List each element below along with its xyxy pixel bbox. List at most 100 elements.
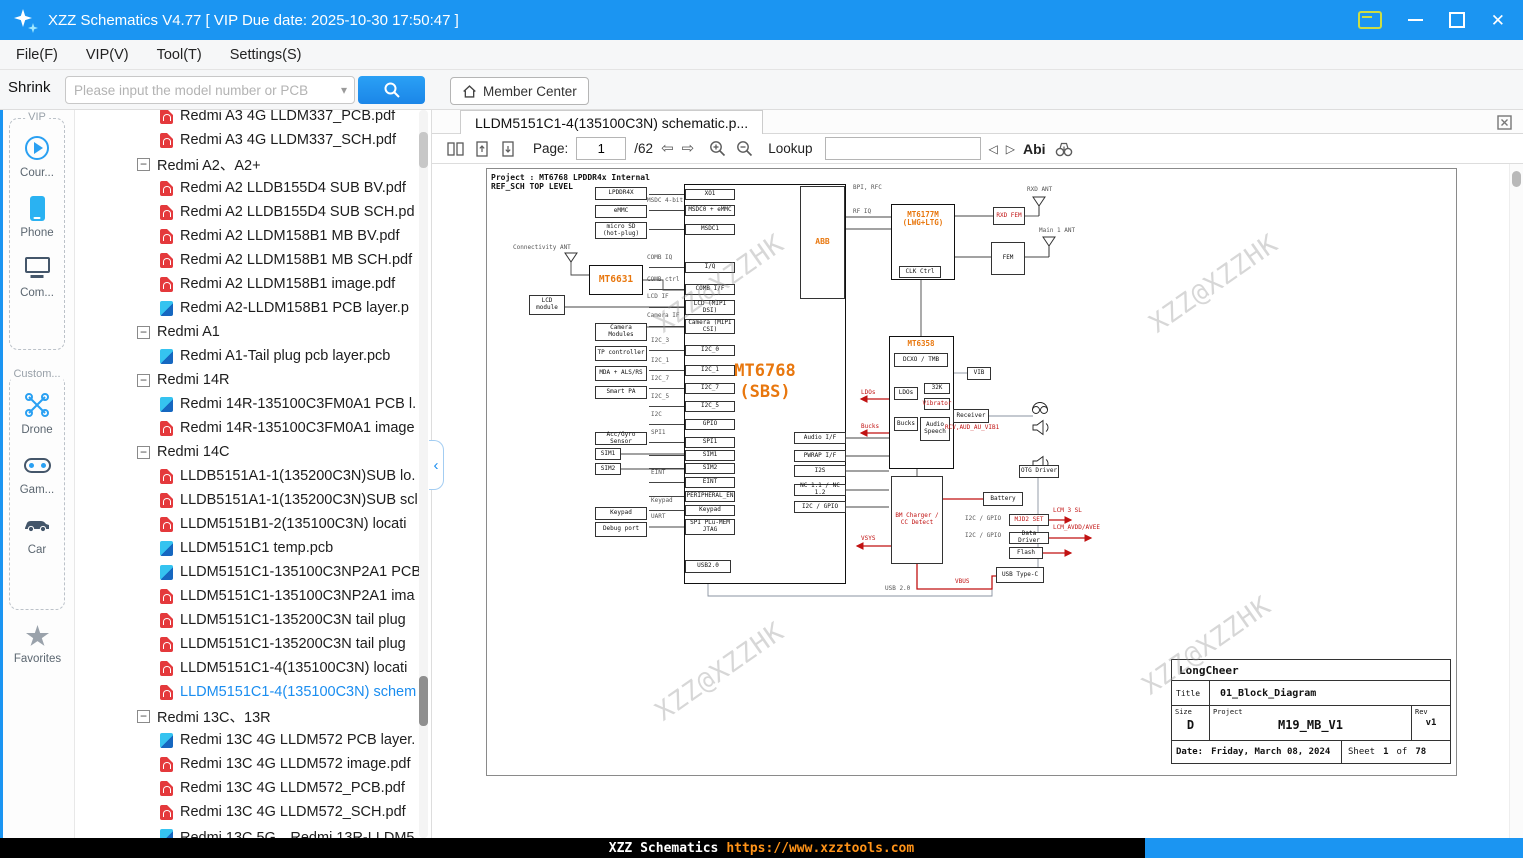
tree-file-row[interactable]: Redmi A2-LLDM158B1 PCB layer.p [75, 296, 431, 320]
sidebar-item-favorites[interactable]: Favorites [0, 625, 75, 665]
find-next-icon[interactable]: ▷ [1006, 142, 1015, 156]
model-search-combobox[interactable]: ▾ [65, 76, 355, 104]
chevron-down-icon[interactable]: ▾ [341, 83, 347, 97]
tree-file-row[interactable]: Redmi 13C 4G LLDM572 PCB layer. [75, 728, 431, 752]
quickbar: Shrink ▾ Member Center [0, 70, 1523, 110]
tree-file-row[interactable]: Redmi 14R-135100C3FM0A1 PCB l. [75, 392, 431, 416]
tree-group-row[interactable]: −Redmi 14C [75, 440, 431, 464]
tree-file-row[interactable]: LLDM5151C1-4(135100C3N) schem [75, 680, 431, 704]
tree-scrollbar[interactable] [419, 110, 428, 838]
close-document-icon[interactable] [1496, 114, 1513, 131]
pdf-file-icon [160, 685, 173, 700]
tree-file-row[interactable]: Redmi A2 LLDB155D4 SUB BV.pdf [75, 176, 431, 200]
tree-file-row[interactable]: Redmi 13C 4G LLDM572_SCH.pdf [75, 800, 431, 824]
schematic-block: Acc/Gyro Sensor [595, 432, 647, 445]
tree-file-row[interactable]: LLDM5151C1-4(135100C3N) locati [75, 656, 431, 680]
menu-tool[interactable]: Tool(T) [157, 47, 202, 63]
page-back-icon[interactable]: ⇦ [661, 141, 674, 156]
maximize-button[interactable] [1449, 12, 1465, 28]
collapse-minus-icon[interactable]: − [137, 158, 150, 171]
schematic-block: DCXO / TMB [894, 353, 948, 367]
tree-file-row[interactable]: Redmi A2 LLDB155D4 SUB SCH.pd [75, 200, 431, 224]
page-number-input[interactable] [576, 137, 626, 160]
collapse-minus-icon[interactable]: − [137, 446, 150, 459]
course-play-icon [23, 134, 51, 162]
viewer-scrollbar-thumb[interactable] [1512, 171, 1521, 187]
tree-scrollbar-thumb[interactable] [419, 676, 428, 726]
close-button[interactable]: ✕ [1491, 12, 1505, 29]
menu-settings[interactable]: Settings(S) [230, 47, 302, 63]
tree-file-row[interactable]: Redmi 13C 5G、Redmi 13R-LLDM5 [75, 824, 431, 838]
sidebar-item-computer[interactable]: Com... [10, 254, 64, 299]
zoom-out-icon[interactable] [735, 139, 754, 158]
tree-file-row[interactable]: Redmi A3 4G LLDM337_SCH.pdf [75, 128, 431, 152]
sidebar-item-car[interactable]: Car [10, 511, 64, 556]
pcb-file-icon [160, 301, 173, 316]
model-search-input[interactable] [66, 83, 341, 98]
collapse-minus-icon[interactable]: − [137, 326, 150, 339]
sidebar-item-drone[interactable]: Drone [10, 391, 64, 436]
schematic-block: Connectivity ANT [513, 245, 575, 252]
sidebar-item-label: Car [28, 544, 47, 556]
vip-card-icon[interactable] [1358, 11, 1382, 29]
viewer-scrollbar[interactable] [1509, 164, 1523, 838]
schematic-block: PERIPHERAL_EN [685, 491, 735, 502]
tree-file-row[interactable]: LLDM5151C1-135100C3NP2A1 ima [75, 584, 431, 608]
tree-file-row[interactable]: Redmi A3 4G LLDM337_PCB.pdf [75, 110, 431, 128]
pdf-file-icon [160, 781, 173, 796]
search-button[interactable] [358, 76, 425, 104]
tree-file-row[interactable]: Redmi A1-Tail plug pcb layer.pcb [75, 344, 431, 368]
statusbar-link[interactable]: https://www.xzztools.com [726, 841, 914, 856]
sidebar-item-course[interactable]: Cour... [10, 134, 64, 179]
document-viewer: LLDM5151C1-4(135100C3N) schematic.p... P… [432, 110, 1523, 838]
zoom-in-icon[interactable] [708, 139, 727, 158]
tree-file-row[interactable]: Redmi 13C 4G LLDM572_PCB.pdf [75, 776, 431, 800]
sidebar-item-games[interactable]: Gam... [10, 451, 64, 496]
tree-file-row[interactable]: Redmi 13C 4G LLDM572 image.pdf [75, 752, 431, 776]
match-case-toggle[interactable]: Abi [1023, 141, 1046, 157]
tree-item-label: Redmi A3 4G LLDM337_PCB.pdf [180, 110, 395, 124]
tree-item-label: LLDM5151C1-135100C3NP2A1 PCB [180, 564, 421, 580]
tree-file-row[interactable]: Redmi A2 LLDM158B1 MB BV.pdf [75, 224, 431, 248]
tree-group-row[interactable]: −Redmi A1 [75, 320, 431, 344]
page-forward-icon[interactable]: ⇨ [682, 141, 695, 156]
tree-file-row[interactable]: LLDB5151A1-1(135200C3N)SUB lo. [75, 464, 431, 488]
tree-group-row[interactable]: −Redmi A2、A2+ [75, 152, 431, 176]
menu-vip[interactable]: VIP(V) [86, 47, 129, 63]
schematic-block: XO1 [685, 189, 735, 200]
prev-document-icon[interactable] [473, 140, 491, 158]
gamepad-icon [23, 451, 51, 479]
schematic-block: Flash [1009, 547, 1043, 559]
two-page-view-icon[interactable] [446, 140, 465, 158]
tree-file-row[interactable]: LLDB5151A1-1(135200C3N)SUB scl [75, 488, 431, 512]
page-total: /62 [634, 141, 653, 156]
binoculars-icon[interactable] [1054, 140, 1074, 158]
lookup-input[interactable] [825, 137, 981, 160]
tree-group-row[interactable]: −Redmi 14R [75, 368, 431, 392]
sidebar-item-phone[interactable]: Phone [10, 194, 64, 239]
schematic-block: SIM2 [595, 463, 621, 475]
tree-file-row[interactable]: LLDM5151C1-135100C3NP2A1 PCB [75, 560, 431, 584]
schematic-block: EINT [651, 470, 685, 477]
panel-collapse-handle[interactable]: ‹ [429, 440, 444, 490]
tree-file-row[interactable]: Redmi A2 LLDM158B1 image.pdf [75, 272, 431, 296]
minimize-button[interactable] [1408, 19, 1423, 21]
menu-file[interactable]: File(F) [16, 47, 58, 63]
tree-file-row[interactable]: LLDM5151C1 temp.pcb [75, 536, 431, 560]
tree-group-row[interactable]: −Redmi 13C、13R [75, 704, 431, 728]
collapse-minus-icon[interactable]: − [137, 374, 150, 387]
tree-file-row[interactable]: LLDM5151B1-2(135100C3N) locati [75, 512, 431, 536]
collapse-minus-icon[interactable]: − [137, 710, 150, 723]
tree-file-row[interactable]: LLDM5151C1-135200C3N tail plug [75, 608, 431, 632]
document-tab[interactable]: LLDM5151C1-4(135100C3N) schematic.p... [460, 110, 763, 134]
next-document-icon[interactable] [499, 140, 517, 158]
member-center-button[interactable]: Member Center [450, 77, 589, 105]
tree-file-row[interactable]: LLDM5151C1-135200C3N tail plug [75, 632, 431, 656]
tree-file-row[interactable]: Redmi A2 LLDM158B1 MB SCH.pdf [75, 248, 431, 272]
viewer-body[interactable]: Project : MT6768 LPDDR4x InternalREF_SCH… [432, 164, 1523, 838]
shrink-button[interactable]: Shrink [8, 79, 51, 96]
title-block-company: LongCheer [1172, 660, 1450, 681]
tree-scrollbar-thumb[interactable] [419, 132, 428, 168]
tree-file-row[interactable]: Redmi 14R-135100C3FM0A1 image [75, 416, 431, 440]
find-prev-icon[interactable]: ◁ [989, 142, 998, 156]
